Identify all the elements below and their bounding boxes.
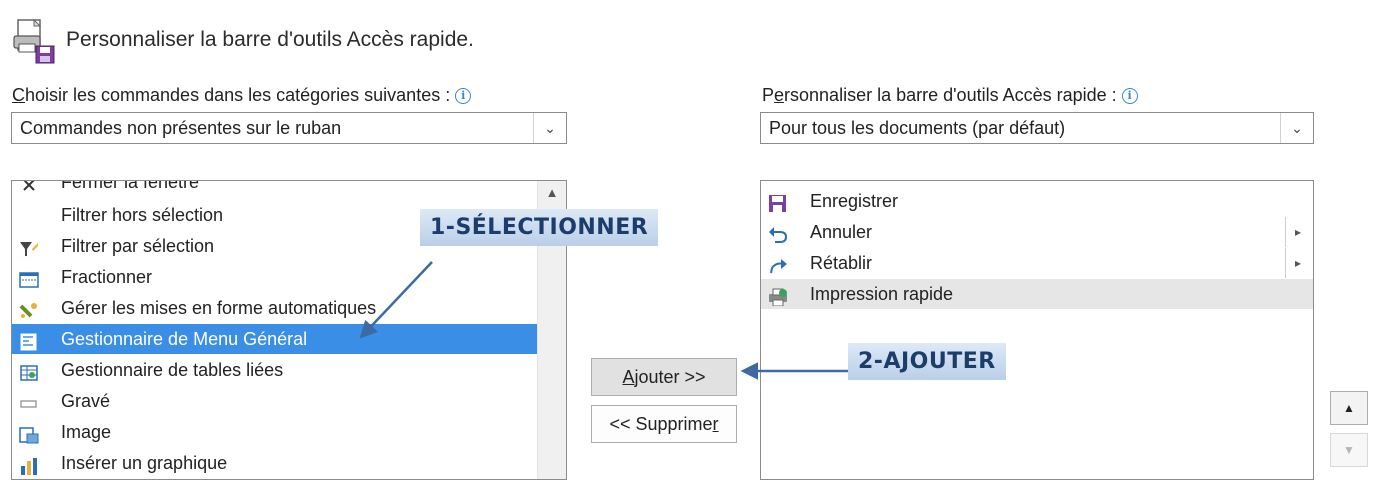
select-callout: 1-SÉLECTIONNER	[420, 209, 659, 246]
annotation-arrows	[359, 261, 852, 380]
add-callout: 2-AJOUTER	[848, 343, 1006, 380]
select-arrow	[359, 261, 433, 339]
